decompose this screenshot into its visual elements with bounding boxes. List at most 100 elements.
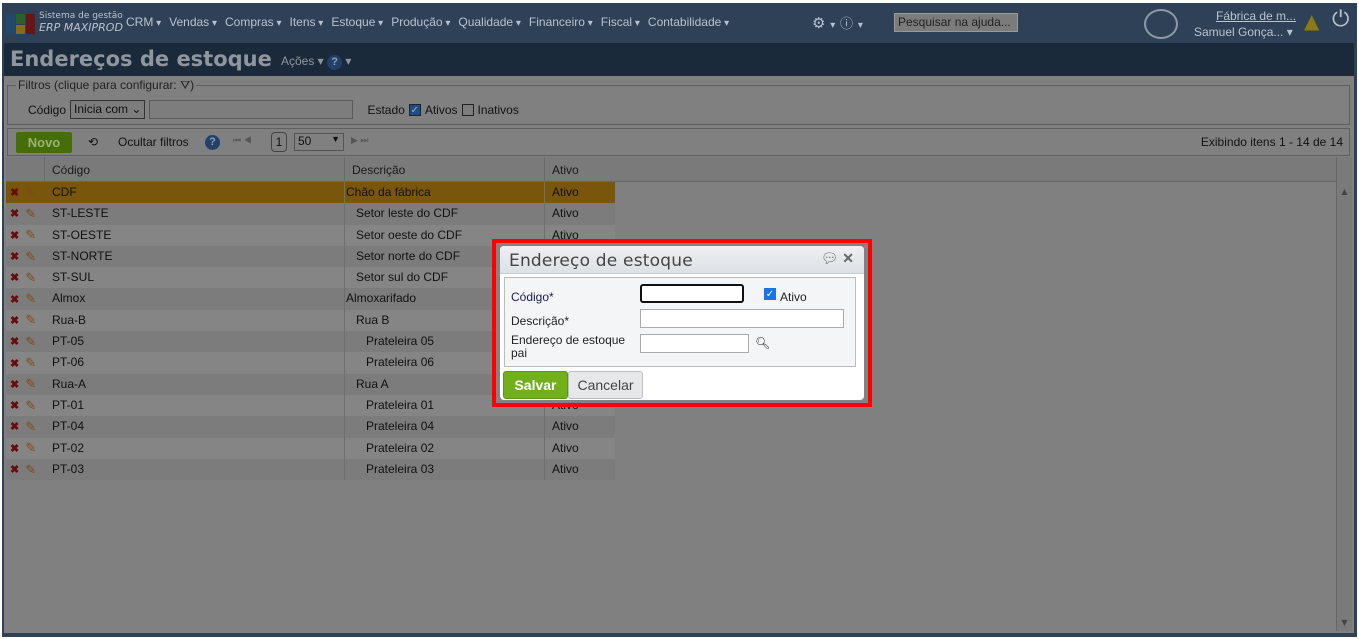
menu-item[interactable]: Fiscal — [601, 15, 640, 29]
ativo-checkbox[interactable]: ✓ — [764, 288, 776, 300]
hide-filters-button[interactable]: Ocultar filtros — [118, 135, 189, 149]
menu-item[interactable]: Compras — [225, 15, 282, 29]
delete-icon[interactable]: ✖ — [10, 314, 19, 327]
table-row[interactable]: ✖ ✎ PT-04 Prateleira 04 Ativo — [6, 416, 615, 438]
menu-item[interactable]: Itens — [290, 15, 324, 29]
edit-icon[interactable]: ✎ — [25, 462, 36, 478]
refresh-icon[interactable]: ⟲ — [88, 135, 98, 149]
edit-icon[interactable]: ✎ — [25, 334, 36, 350]
power-icon[interactable]: ⏻ — [1332, 7, 1349, 32]
stock-address-dialog: Endereço de estoque 💬︎ ✕ Código* ✓ Ativo… — [500, 246, 864, 400]
delete-icon[interactable]: ✖ — [10, 378, 19, 391]
menu-item[interactable]: Financeiro — [529, 15, 593, 29]
vertical-scrollbar[interactable]: ▲ ▼ — [1336, 157, 1352, 631]
edit-icon[interactable]: ✎ — [25, 206, 36, 222]
ativos-label: Ativos — [424, 102, 458, 117]
menu-item[interactable]: Contabilidade — [648, 15, 729, 29]
delete-icon[interactable]: ✖ — [10, 271, 19, 284]
codigo-filter-input[interactable] — [149, 100, 354, 119]
row-actions: ✖ ✎ — [6, 312, 45, 328]
page-number[interactable]: 1 — [271, 132, 287, 152]
cell-codigo: CDF — [45, 182, 345, 204]
user-menu[interactable]: Samuel Gonça... ▾ — [1194, 25, 1293, 39]
parent-label: Endereço de estoque pai — [511, 333, 626, 360]
delete-icon[interactable]: ✖ — [10, 229, 19, 242]
edit-icon[interactable]: ✎ — [25, 440, 36, 456]
cancel-button[interactable]: Cancelar — [568, 371, 643, 399]
page-size-value: 50 — [298, 134, 312, 148]
company-link[interactable]: Fábrica de m... — [1216, 9, 1296, 23]
chat-icon[interactable] — [1144, 9, 1178, 39]
cell-codigo: PT-03 — [45, 458, 345, 481]
edit-icon[interactable]: ✎ — [25, 185, 36, 201]
warning-icon[interactable]: ▲ — [1304, 9, 1319, 33]
column-header-ativo[interactable]: Ativo — [545, 157, 1337, 181]
delete-icon[interactable]: ✖ — [10, 442, 19, 455]
cell-codigo: Rua-B — [45, 309, 345, 332]
edit-icon[interactable]: ✎ — [25, 355, 36, 371]
edit-icon[interactable]: ✎ — [25, 376, 36, 392]
table-row[interactable]: ✖ ✎ ST-LESTE Setor leste do CDF Ativo — [6, 203, 615, 225]
edit-icon[interactable]: ✎ — [25, 398, 36, 414]
delete-icon[interactable]: ✖ — [10, 357, 19, 370]
actions-label: Ações ▾ — [281, 54, 324, 68]
codigo-mode-select[interactable]: Inicia com ⌄ — [70, 100, 146, 119]
new-button[interactable]: Novo — [16, 132, 72, 153]
page-size-select[interactable]: 50 ▼ — [294, 133, 344, 151]
table-row[interactable]: ✖ ✎ PT-02 Prateleira 02 Ativo — [6, 437, 615, 459]
edit-icon[interactable]: ✎ — [25, 270, 36, 286]
close-icon[interactable]: ✕ — [842, 250, 854, 266]
help-icon[interactable]: ? — [327, 55, 343, 70]
table-row[interactable]: ✖ ✎ PT-03 Prateleira 03 Ativo — [6, 458, 615, 481]
delete-icon[interactable]: ✖ — [10, 399, 19, 412]
brand: Sistema de gestão ERP MAXIPROD — [39, 10, 123, 35]
help-search-input[interactable]: Pesquisar na ajuda... — [894, 13, 1018, 32]
cell-ativo: Ativo — [552, 185, 579, 200]
delete-icon[interactable]: ✖ — [10, 250, 19, 263]
menu-item[interactable]: Vendas — [169, 15, 217, 29]
edit-icon[interactable]: ✎ — [25, 249, 36, 265]
help-icon[interactable]: ? — [205, 135, 220, 150]
inativos-checkbox[interactable] — [461, 103, 474, 116]
table-row[interactable]: ✖ ✎ CDF Chão da fábrica Ativo — [6, 182, 615, 204]
delete-icon[interactable]: ✖ — [10, 335, 19, 348]
column-header-descricao[interactable]: Descrição — [345, 157, 545, 181]
row-actions: ✖ ✎ — [6, 270, 45, 286]
row-actions: ✖ ✎ — [6, 334, 45, 350]
cell-codigo: ST-OESTE — [45, 224, 345, 246]
actions-menu[interactable]: Ações ▾ ? ▾ — [281, 54, 351, 70]
delete-icon[interactable]: ✖ — [10, 420, 19, 433]
page-title: Endereços de estoque — [10, 47, 272, 71]
ativos-checkbox[interactable]: ✓ — [408, 103, 421, 116]
next-page-icon[interactable]: ▶ ⏭ — [351, 135, 369, 146]
menu-item[interactable]: Produção — [391, 15, 450, 29]
comment-icon[interactable]: 💬︎ — [821, 250, 839, 266]
delete-icon[interactable]: ✖ — [10, 293, 19, 306]
descricao-input[interactable] — [640, 309, 844, 328]
parent-input[interactable] — [640, 334, 749, 353]
first-page-icon[interactable]: ⏮ ◀ — [233, 135, 252, 146]
edit-icon[interactable]: ✎ — [25, 291, 36, 307]
edit-icon[interactable]: ✎ — [25, 312, 36, 328]
save-button[interactable]: Salvar — [503, 371, 568, 399]
search-icon[interactable]: 🔍︎ — [755, 336, 770, 350]
help-icon[interactable]: ⓘ — [840, 17, 853, 32]
filter-icon[interactable]: ⛛ — [180, 78, 190, 92]
delete-icon[interactable]: ✖ — [10, 463, 19, 476]
column-header-codigo[interactable]: Código — [45, 157, 345, 181]
title-bar: Endereços de estoque Ações ▾ ? ▾ — [4, 43, 1354, 76]
menu-item[interactable]: Qualidade — [458, 15, 521, 29]
menu-item[interactable]: CRM — [126, 15, 161, 29]
inativos-label: Inativos — [477, 102, 519, 117]
gear-icon[interactable]: ⚙ — [812, 14, 825, 32]
dialog-title: Endereço de estoque — [509, 251, 693, 271]
cell-codigo: PT-01 — [45, 394, 345, 417]
delete-icon[interactable]: ✖ — [10, 207, 19, 220]
delete-icon[interactable]: ✖ — [10, 186, 19, 199]
edit-icon[interactable]: ✎ — [25, 227, 36, 243]
edit-icon[interactable]: ✎ — [25, 419, 36, 435]
row-actions: ✖ ✎ — [6, 355, 45, 371]
codigo-input[interactable] — [640, 284, 744, 303]
filters-legend[interactable]: Filtros (clique para configurar: ⛛) — [16, 78, 197, 93]
menu-item[interactable]: Estoque — [331, 15, 383, 29]
